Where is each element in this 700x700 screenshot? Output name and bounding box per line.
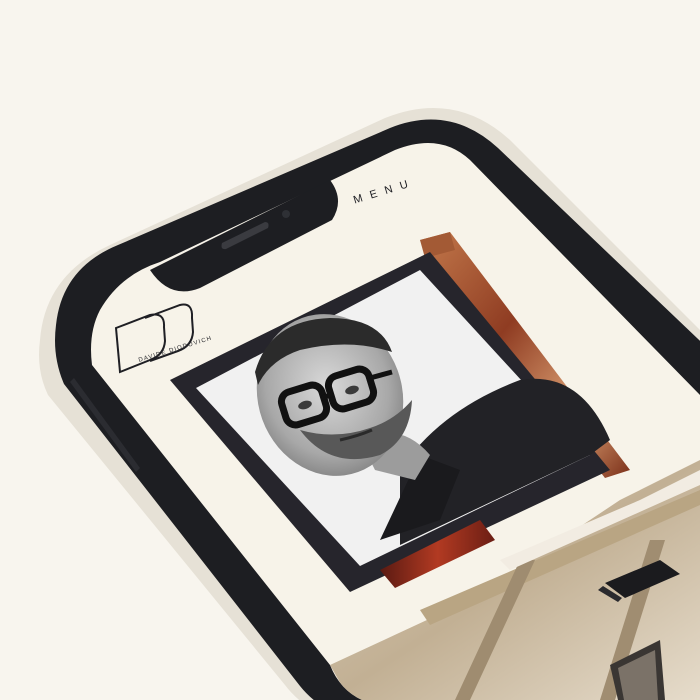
front-camera — [282, 210, 290, 218]
phone-screen — [91, 142, 700, 700]
device-mockup-scene: MENU DAVIDE DIODOVICH — [0, 0, 700, 700]
phone-mockup — [39, 108, 700, 700]
